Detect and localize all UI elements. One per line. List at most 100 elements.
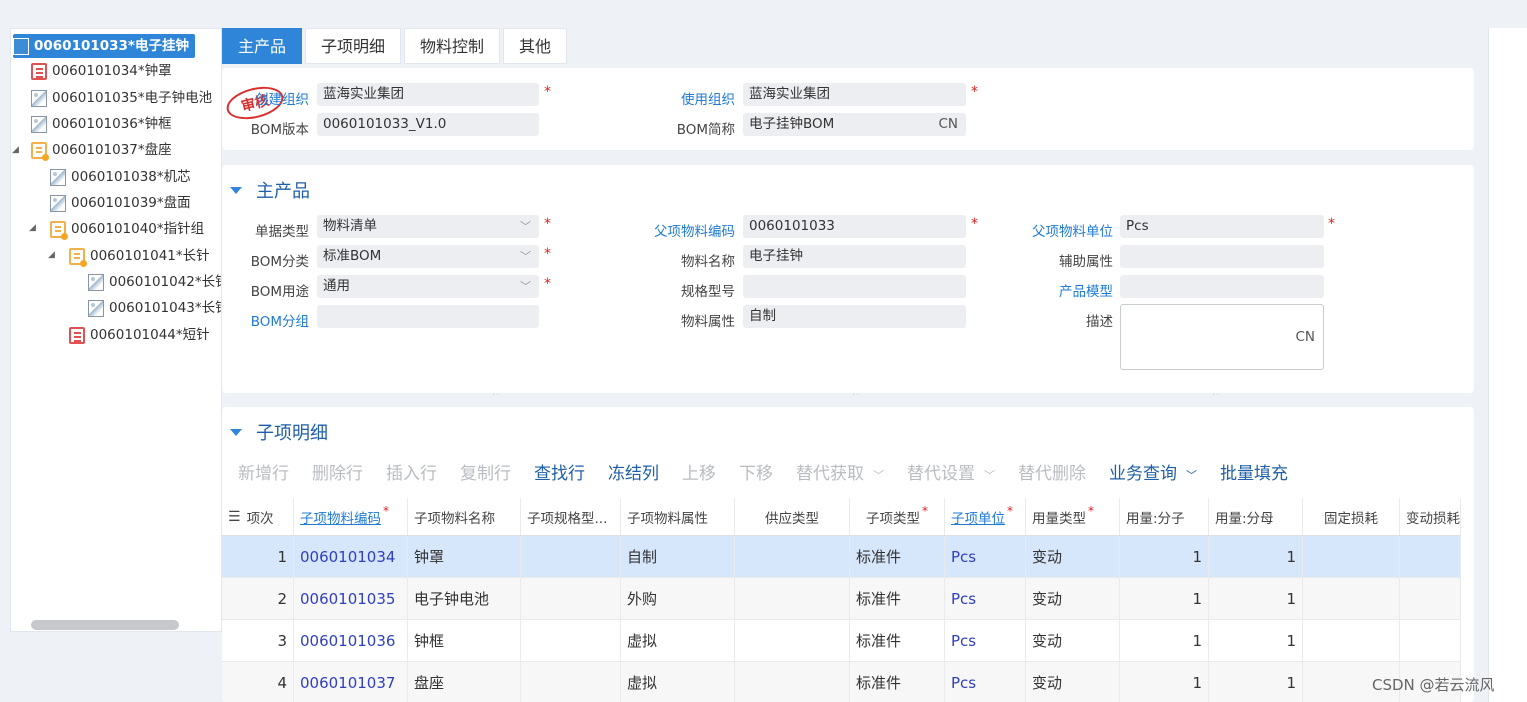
column-header[interactable]: 子项单位 * <box>945 498 1026 535</box>
doc-type-select[interactable]: 物料清单 ﹀ <box>317 215 539 238</box>
batch-fill-button[interactable]: 批量填充 <box>1220 459 1288 484</box>
business-query-button[interactable]: 业务查询 ﹀ <box>1109 459 1197 484</box>
parent-material-code-label[interactable]: 父项物料编码 <box>654 220 735 240</box>
tree-node[interactable]: 0060101044*短针 <box>69 323 210 347</box>
tree-node[interactable]: 0060101038*机芯 <box>50 165 191 189</box>
numerator-cell[interactable]: 1 <box>1120 662 1209 702</box>
bom-group-label[interactable]: BOM分组 <box>251 310 309 330</box>
column-header[interactable]: 用量:分子 <box>1120 498 1209 535</box>
bom-category-select[interactable]: 标准BOM ﹀ <box>317 245 539 268</box>
column-header[interactable]: 供应类型 <box>735 498 850 535</box>
tree-node[interactable]: 0060101035*电子钟电池 <box>31 86 212 110</box>
expand-toggle-icon[interactable]: ◢ <box>29 223 36 233</box>
bom-tree[interactable]: 0060101033*电子挂钟 0060101034*钟罩 0060101035… <box>10 28 222 632</box>
table-row[interactable]: 1 0060101034 钟罩 自制 标准件 Pcs 变动 1 1 <box>222 536 1461 578</box>
product-model-field[interactable] <box>1120 275 1324 298</box>
aux-attribute-field[interactable] <box>1120 245 1324 268</box>
tree-node[interactable]: 0060101041*长针 <box>69 244 210 268</box>
column-header[interactable]: 用量:分母 <box>1209 498 1303 535</box>
child-spec-cell[interactable] <box>521 662 621 702</box>
create-org-label[interactable]: 创建组织 <box>255 88 309 108</box>
delete-row-button[interactable]: 删除行 <box>312 459 363 484</box>
column-header[interactable]: 子项物料名称 <box>408 498 521 535</box>
child-name-cell[interactable]: 电子钟电池 <box>408 578 521 619</box>
child-code-cell[interactable]: 0060101035 <box>294 578 408 619</box>
child-unit-cell[interactable]: Pcs <box>945 662 1026 702</box>
child-unit-cell[interactable]: Pcs <box>945 536 1026 577</box>
supply-type-cell[interactable] <box>735 536 850 577</box>
variable-loss-cell[interactable] <box>1400 536 1461 577</box>
child-spec-cell[interactable] <box>521 536 621 577</box>
child-type-cell[interactable]: 标准件 <box>850 536 945 577</box>
column-header[interactable]: 子项规格型... <box>521 498 621 535</box>
child-code-cell[interactable]: 0060101037 <box>294 662 408 702</box>
column-header[interactable]: 变动损耗 <box>1400 498 1461 535</box>
child-name-cell[interactable]: 钟罩 <box>408 536 521 577</box>
bom-short-name-field[interactable]: 电子挂钟BOM CN <box>743 113 966 136</box>
child-attribute-cell[interactable]: 外购 <box>621 578 735 619</box>
move-up-button[interactable]: 上移 <box>682 459 716 484</box>
move-down-button[interactable]: 下移 <box>739 459 773 484</box>
parent-unit-label[interactable]: 父项物料单位 <box>1032 220 1113 240</box>
child-attribute-cell[interactable]: 虚拟 <box>621 662 735 702</box>
tab-other[interactable]: 其他 <box>503 28 568 64</box>
column-settings-icon[interactable]: ☰ <box>228 509 241 525</box>
language-code[interactable]: CN <box>938 113 958 136</box>
tab-child-details[interactable]: 子项明细 <box>305 28 402 64</box>
expand-toggle-icon[interactable]: ◢ <box>12 145 19 155</box>
table-row[interactable]: 3 0060101036 钟框 虚拟 标准件 Pcs 变动 1 1 <box>222 620 1461 662</box>
denominator-cell[interactable]: 1 <box>1209 662 1303 702</box>
bom-usage-select[interactable]: 通用 ﹀ <box>317 275 539 298</box>
tree-node[interactable]: 0060101033*电子挂钟 <box>13 34 195 58</box>
section-header[interactable]: 子项明细 <box>230 419 328 445</box>
column-header[interactable]: ☰ 项次 <box>222 498 294 535</box>
description-textarea[interactable]: CN <box>1120 304 1324 370</box>
child-unit-cell[interactable]: Pcs <box>945 578 1026 619</box>
child-unit-cell[interactable]: Pcs <box>945 620 1026 661</box>
use-org-field[interactable]: 蓝海实业集团 <box>743 83 966 106</box>
tab-main-product[interactable]: 主产品 <box>222 28 303 64</box>
collapse-triangle-icon[interactable] <box>230 428 242 436</box>
table-row[interactable]: 2 0060101035 电子钟电池 外购 标准件 Pcs 变动 1 1 <box>222 578 1461 620</box>
tree-node[interactable]: 0060101034*钟罩 <box>31 59 172 83</box>
usage-type-cell[interactable]: 变动 <box>1026 662 1120 702</box>
tab-material-control[interactable]: 物料控制 <box>404 28 501 64</box>
horizontal-scrollbar[interactable] <box>31 620 179 630</box>
denominator-cell[interactable]: 1 <box>1209 578 1303 619</box>
child-name-cell[interactable]: 钟框 <box>408 620 521 661</box>
supply-type-cell[interactable] <box>735 662 850 702</box>
tree-node[interactable]: 0060101036*钟框 <box>31 112 172 136</box>
substitute-settings-button[interactable]: 替代设置 ﹀ <box>907 459 995 484</box>
child-code-cell[interactable]: 0060101034 <box>294 536 408 577</box>
tree-node[interactable]: 0060101039*盘面 <box>50 191 191 215</box>
column-header[interactable]: 固定损耗 <box>1303 498 1400 535</box>
denominator-cell[interactable]: 1 <box>1209 536 1303 577</box>
use-org-label[interactable]: 使用组织 <box>681 88 735 108</box>
tree-node[interactable]: 0060101037*盘座 <box>31 138 172 162</box>
child-type-cell[interactable]: 标准件 <box>850 578 945 619</box>
column-header[interactable]: 用量类型 * <box>1026 498 1120 535</box>
child-attribute-cell[interactable]: 虚拟 <box>621 620 735 661</box>
language-code[interactable]: CN <box>1295 329 1315 345</box>
child-type-cell[interactable]: 标准件 <box>850 662 945 702</box>
tree-node[interactable]: 0060101042*长针 <box>88 270 221 294</box>
material-attribute-field[interactable]: 自制 <box>743 305 966 328</box>
variable-loss-cell[interactable] <box>1400 620 1461 661</box>
add-row-button[interactable]: 新增行 <box>238 459 289 484</box>
material-name-field[interactable]: 电子挂钟 <box>743 245 966 268</box>
usage-type-cell[interactable]: 变动 <box>1026 620 1120 661</box>
child-attribute-cell[interactable]: 自制 <box>621 536 735 577</box>
child-spec-cell[interactable] <box>521 620 621 661</box>
child-spec-cell[interactable] <box>521 578 621 619</box>
spec-model-field[interactable] <box>743 275 966 298</box>
freeze-column-button[interactable]: 冻结列 <box>608 459 659 484</box>
collapse-triangle-icon[interactable] <box>230 186 242 194</box>
bom-group-field[interactable] <box>317 305 539 328</box>
parent-material-code-field[interactable]: 0060101033 <box>743 215 966 238</box>
table-row[interactable]: 4 0060101037 盘座 虚拟 标准件 Pcs 变动 1 1 <box>222 662 1461 702</box>
supply-type-cell[interactable] <box>735 620 850 661</box>
child-type-cell[interactable]: 标准件 <box>850 620 945 661</box>
product-model-label[interactable]: 产品模型 <box>1059 280 1113 300</box>
usage-type-cell[interactable]: 变动 <box>1026 578 1120 619</box>
numerator-cell[interactable]: 1 <box>1120 578 1209 619</box>
